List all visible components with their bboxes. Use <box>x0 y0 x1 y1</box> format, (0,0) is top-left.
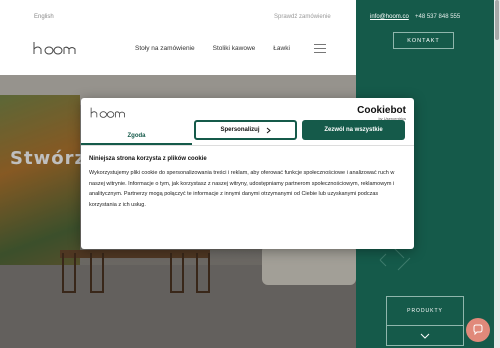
hoom-logo <box>90 107 125 118</box>
hoom-logo[interactable] <box>33 40 79 56</box>
site-header: English Sprawdź zamówienie Stoły na zamó… <box>0 0 356 75</box>
chat-button[interactable] <box>466 318 490 342</box>
tab-consent[interactable]: Zgoda <box>81 128 192 145</box>
language-switch[interactable]: English <box>34 14 54 20</box>
nav-item-tables[interactable]: Stoły na zamówienie <box>135 45 195 52</box>
email-link[interactable]: info@hoom.co <box>370 14 409 20</box>
chat-icon <box>473 324 483 336</box>
chevron-right-icon <box>266 127 271 133</box>
main-nav: Stoły na zamówienie Stoliki kawowe Ławki <box>135 45 290 52</box>
nav-item-coffee-tables[interactable]: Stoliki kawowe <box>213 45 256 52</box>
cookie-heading: Niniejsza strona korzysta z plików cooki… <box>89 156 207 162</box>
check-order-link[interactable]: Sprawdź zamówienie <box>274 14 331 20</box>
chevron-down-icon <box>420 333 430 339</box>
cookiebot-logo[interactable]: Cookiebot by Usercentrics <box>357 105 406 122</box>
products-expand-button[interactable] <box>386 326 464 346</box>
personalize-button[interactable]: Spersonalizuj <box>194 120 297 140</box>
phone-link[interactable]: +48 537 848 555 <box>415 14 460 20</box>
cookie-description: Wykorzystujemy pliki cookie do spersonal… <box>89 170 395 208</box>
nav-item-benches[interactable]: Ławki <box>273 45 290 52</box>
allow-all-button[interactable]: Zezwól na wszystkie <box>302 120 405 140</box>
cookiebot-name: Cookiebot <box>357 105 406 116</box>
scrollbar-thumb[interactable] <box>495 0 499 40</box>
personalize-label: Spersonalizuj <box>220 127 260 133</box>
contact-button[interactable]: KONTAKT <box>393 32 454 49</box>
page-scrollbar[interactable] <box>494 0 500 348</box>
menu-icon[interactable] <box>314 44 326 53</box>
products-button[interactable]: PRODUKTY <box>386 296 464 326</box>
